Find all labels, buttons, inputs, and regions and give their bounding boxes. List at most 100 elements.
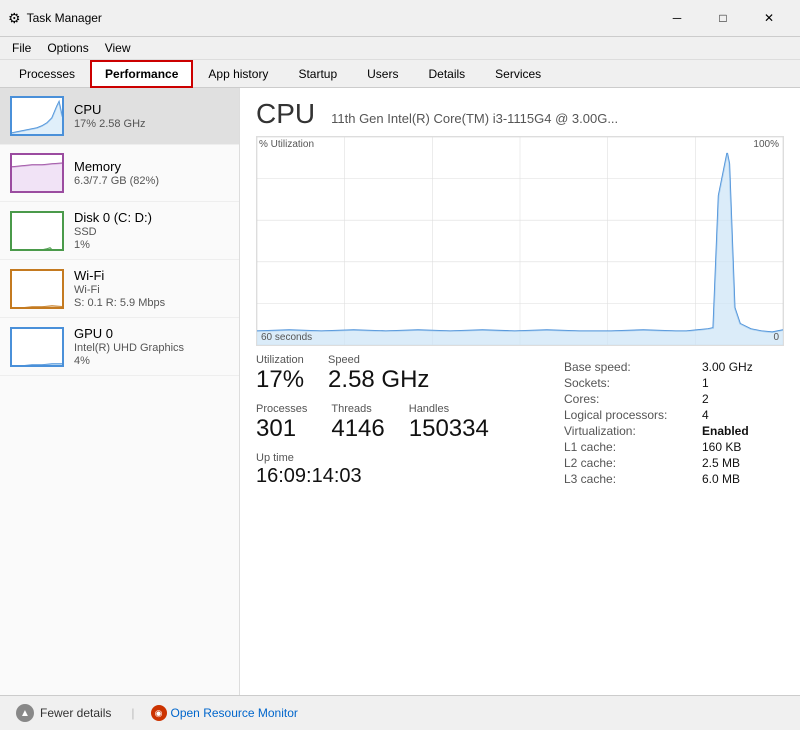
- maximize-button[interactable]: □: [700, 4, 746, 32]
- memory-detail: 6.3/7.7 GB (82%): [74, 175, 159, 187]
- menu-bar: File Options View: [0, 37, 800, 60]
- sidebar-item-cpu[interactable]: CPU 17% 2.58 GHz: [0, 88, 239, 145]
- chart-x-min: 0: [773, 332, 779, 343]
- cpu-name: CPU: [74, 102, 146, 117]
- logical-label: Logical processors:: [564, 408, 694, 422]
- wifi-name: Wi-Fi: [74, 268, 165, 283]
- threads-value: 4146: [331, 415, 384, 444]
- gpu-detail2: 4%: [74, 355, 184, 367]
- cpu-thumbnail: [10, 96, 64, 136]
- base-speed-label: Base speed:: [564, 360, 694, 374]
- detail-title: CPU: [256, 98, 315, 130]
- gpu-info: GPU 0 Intel(R) UHD Graphics 4%: [74, 326, 184, 367]
- sockets-value: 1: [702, 376, 709, 390]
- monitor-icon: ◉: [151, 705, 167, 721]
- separator: |: [131, 706, 134, 720]
- detail-header: CPU 11th Gen Intel(R) Core(TM) i3-1115G4…: [256, 98, 784, 130]
- base-speed-row: Base speed: 3.00 GHz: [564, 360, 784, 374]
- close-button[interactable]: ✕: [746, 4, 792, 32]
- speed-label: Speed: [328, 354, 429, 366]
- disk-detail1: SSD: [74, 226, 152, 238]
- l2-value: 2.5 MB: [702, 456, 740, 470]
- bottom-bar: ▲ Fewer details | ◉ Open Resource Monito…: [0, 695, 800, 730]
- tab-details[interactable]: Details: [413, 60, 480, 88]
- cpu-info: CPU 17% 2.58 GHz: [74, 102, 146, 130]
- speed-stat: Speed 2.58 GHz: [328, 354, 429, 395]
- stats-area: Utilization 17% Speed 2.58 GHz Processes…: [256, 354, 784, 496]
- l1-label: L1 cache:: [564, 440, 694, 454]
- stats-left: Utilization 17% Speed 2.58 GHz Processes…: [256, 354, 548, 496]
- tab-services[interactable]: Services: [480, 60, 556, 88]
- sidebar-item-disk[interactable]: Disk 0 (C: D:) SSD 1%: [0, 202, 239, 260]
- menu-file[interactable]: File: [4, 39, 39, 57]
- cpu-chart: % Utilization 100% 60 seconds 0: [256, 136, 784, 346]
- app-icon: ⚙: [8, 10, 21, 27]
- sockets-row: Sockets: 1: [564, 376, 784, 390]
- handles-label: Handles: [409, 403, 489, 415]
- sidebar-item-wifi[interactable]: Wi-Fi Wi-Fi S: 0.1 R: 5.9 Mbps: [0, 260, 239, 318]
- processes-label: Processes: [256, 403, 307, 415]
- app-title: Task Manager: [27, 11, 102, 25]
- handles-stat: Handles 150334: [409, 403, 489, 444]
- disk-name: Disk 0 (C: D:): [74, 210, 152, 225]
- fewer-details-label: Fewer details: [40, 706, 111, 720]
- cores-value: 2: [702, 392, 709, 406]
- disk-thumbnail: [10, 211, 64, 251]
- memory-info: Memory 6.3/7.7 GB (82%): [74, 159, 159, 187]
- tab-processes[interactable]: Processes: [4, 60, 90, 88]
- detail-panel: CPU 11th Gen Intel(R) Core(TM) i3-1115G4…: [240, 88, 800, 695]
- virt-label: Virtualization:: [564, 424, 694, 438]
- l1-row: L1 cache: 160 KB: [564, 440, 784, 454]
- l3-value: 6.0 MB: [702, 472, 740, 486]
- threads-label: Threads: [331, 403, 384, 415]
- tab-performance[interactable]: Performance: [90, 60, 193, 88]
- sidebar-item-gpu[interactable]: GPU 0 Intel(R) UHD Graphics 4%: [0, 318, 239, 376]
- l1-value: 160 KB: [702, 440, 741, 454]
- chart-y-label: % Utilization: [259, 139, 314, 150]
- uptime-stat: Up time 16:09:14:03: [256, 452, 362, 488]
- tab-startup[interactable]: Startup: [283, 60, 352, 88]
- menu-options[interactable]: Options: [39, 39, 96, 57]
- window-controls: ─ □ ✕: [654, 4, 792, 32]
- l3-row: L3 cache: 6.0 MB: [564, 472, 784, 486]
- tab-app-history[interactable]: App history: [193, 60, 283, 88]
- processes-row: Processes 301 Threads 4146 Handles 15033…: [256, 403, 548, 444]
- sidebar-item-memory[interactable]: Memory 6.3/7.7 GB (82%): [0, 145, 239, 202]
- main-content: CPU 17% 2.58 GHz Memory 6.3/7.7 GB (82%): [0, 88, 800, 695]
- menu-view[interactable]: View: [97, 39, 139, 57]
- logical-row: Logical processors: 4: [564, 408, 784, 422]
- utilization-speed-row: Utilization 17% Speed 2.58 GHz: [256, 354, 548, 395]
- tab-bar: Processes Performance App history Startu…: [0, 60, 800, 88]
- gpu-detail1: Intel(R) UHD Graphics: [74, 342, 184, 354]
- info-table: Base speed: 3.00 GHz Sockets: 1 Cores: 2…: [564, 358, 784, 496]
- wifi-detail2: S: 0.1 R: 5.9 Mbps: [74, 297, 165, 309]
- title-bar: ⚙ Task Manager ─ □ ✕: [0, 0, 800, 37]
- uptime-row: Up time 16:09:14:03: [256, 452, 548, 488]
- tab-users[interactable]: Users: [352, 60, 413, 88]
- threads-stat: Threads 4146: [331, 403, 384, 444]
- gpu-thumbnail: [10, 327, 64, 367]
- processes-stat: Processes 301: [256, 403, 307, 444]
- detail-subtitle: 11th Gen Intel(R) Core(TM) i3-1115G4 @ 3…: [331, 111, 618, 126]
- sidebar: CPU 17% 2.58 GHz Memory 6.3/7.7 GB (82%): [0, 88, 240, 695]
- fewer-details-button[interactable]: ▲ Fewer details: [12, 702, 115, 724]
- cpu-detail: 17% 2.58 GHz: [74, 118, 146, 130]
- cores-row: Cores: 2: [564, 392, 784, 406]
- minimize-button[interactable]: ─: [654, 4, 700, 32]
- utilization-stat: Utilization 17%: [256, 354, 304, 395]
- chart-y-max: 100%: [753, 139, 779, 150]
- gpu-name: GPU 0: [74, 326, 184, 341]
- sockets-label: Sockets:: [564, 376, 694, 390]
- virt-value: Enabled: [702, 424, 749, 438]
- uptime-value: 16:09:14:03: [256, 464, 362, 488]
- uptime-label: Up time: [256, 452, 362, 464]
- processes-value: 301: [256, 415, 307, 444]
- virt-row: Virtualization: Enabled: [564, 424, 784, 438]
- logical-value: 4: [702, 408, 709, 422]
- memory-thumbnail: [10, 153, 64, 193]
- wifi-info: Wi-Fi Wi-Fi S: 0.1 R: 5.9 Mbps: [74, 268, 165, 309]
- open-resource-monitor-link[interactable]: ◉ Open Resource Monitor: [151, 705, 298, 721]
- open-monitor-label: Open Resource Monitor: [171, 706, 298, 720]
- l3-label: L3 cache:: [564, 472, 694, 486]
- wifi-detail1: Wi-Fi: [74, 284, 165, 296]
